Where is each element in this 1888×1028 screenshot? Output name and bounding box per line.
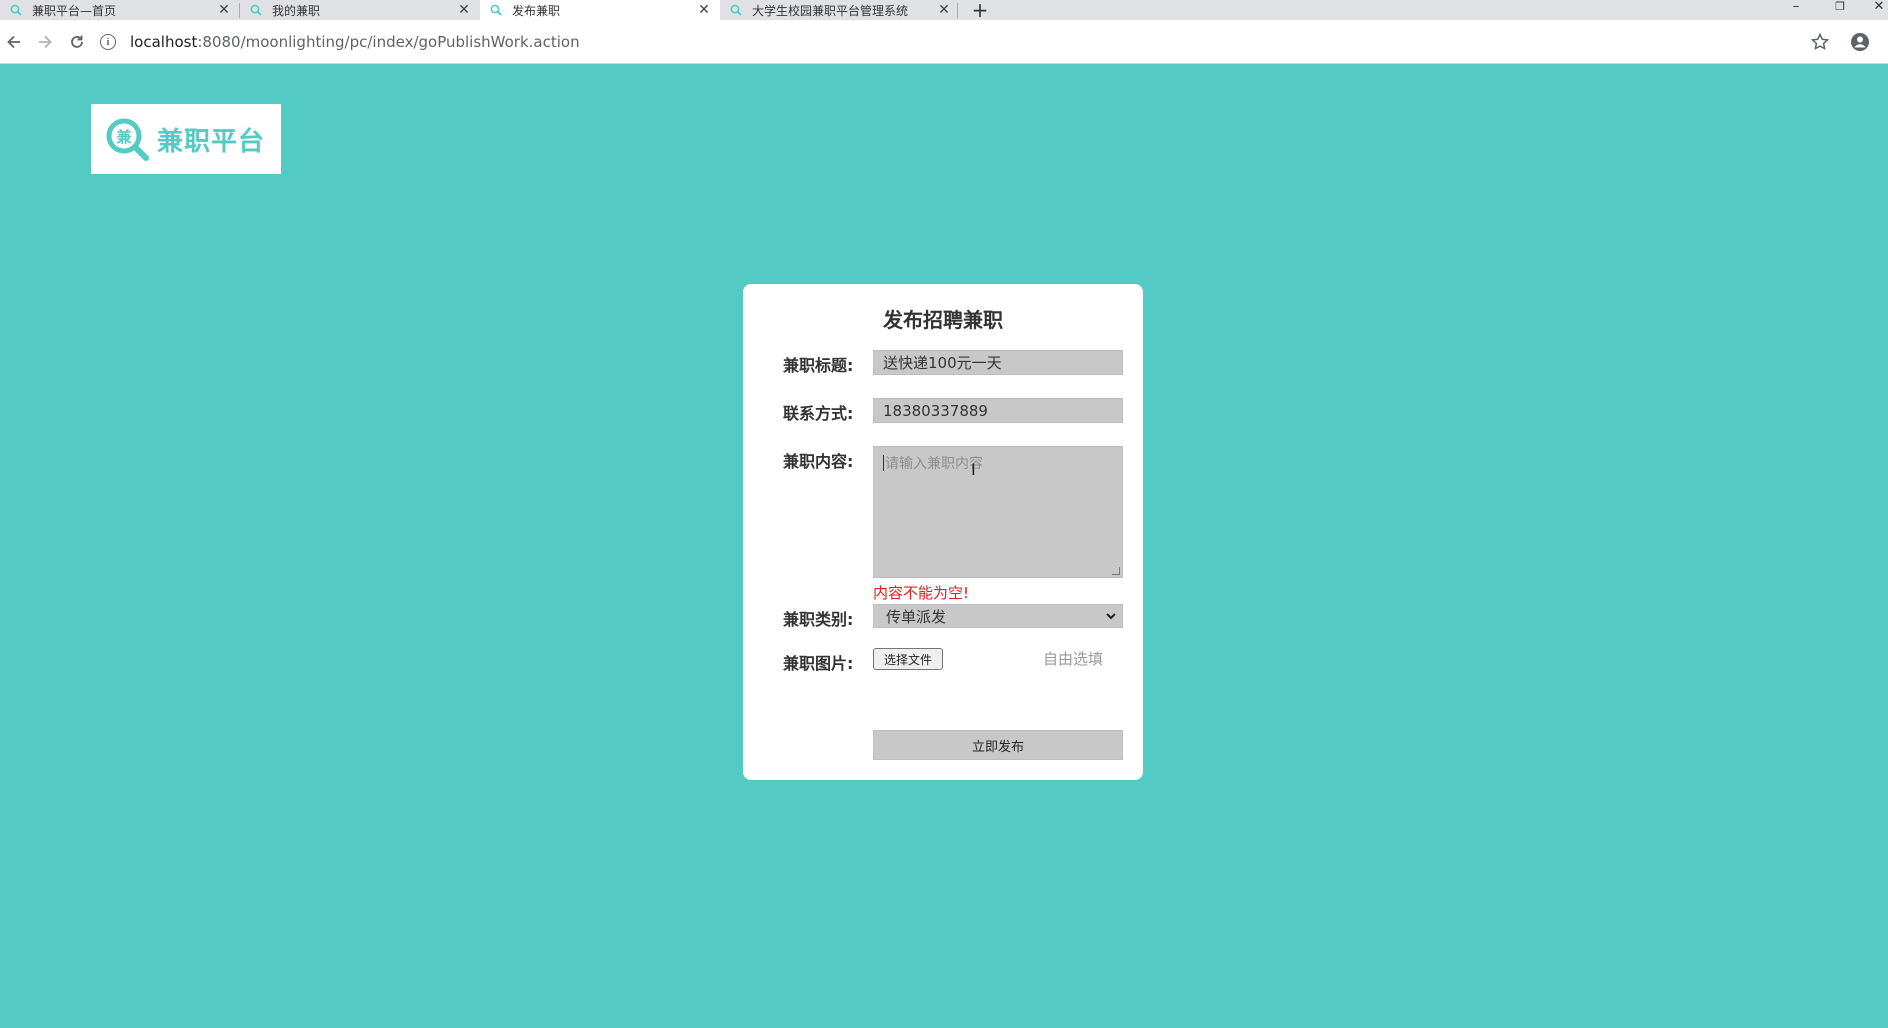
tab-title: 大学生校园兼职平台管理系统 [752, 3, 909, 18]
tab-close-icon[interactable]: ✕ [934, 2, 954, 18]
forward-arrow-icon [39, 35, 52, 49]
close-window-icon[interactable]: ✕ [1870, 0, 1888, 16]
job-title-input[interactable]: 送快递100元一天 [873, 350, 1123, 375]
logo-text: 兼职平台 [157, 126, 266, 157]
tab-close-icon[interactable]: ✕ [214, 2, 234, 18]
category-label: 兼职类别: [783, 610, 854, 629]
category-select[interactable]: 传单派发 [873, 604, 1123, 628]
browser-toolbar: i localhost:8080/moonlighting/pc/index/g… [0, 20, 1888, 64]
image-label: 兼职图片: [783, 654, 854, 673]
profile-avatar-icon[interactable] [1850, 32, 1870, 52]
site-favicon-icon [490, 4, 502, 16]
image-optional-hint: 自由选填 [1043, 650, 1104, 668]
content-label: 兼职内容: [783, 452, 854, 471]
reload-button[interactable] [63, 28, 91, 56]
back-button[interactable] [0, 28, 28, 56]
content-placeholder: 请输入兼职内容 [885, 456, 983, 472]
restore-window-icon[interactable]: ❐ [1828, 0, 1852, 16]
tab-close-icon[interactable]: ✕ [694, 2, 714, 18]
resize-handle[interactable] [1112, 567, 1120, 575]
browser-tab-home[interactable]: 兼职平台—首页 ✕ [0, 0, 240, 20]
tab-divider [957, 3, 958, 18]
site-favicon-icon [10, 4, 22, 16]
tab-close-icon[interactable]: ✕ [454, 2, 474, 18]
url-host: localhost [130, 33, 198, 51]
forward-button[interactable] [31, 28, 59, 56]
url-text: localhost:8080/moonlighting/pc/index/goP… [130, 33, 580, 51]
url-path: :8080/moonlighting/pc/index/goPublishWor… [197, 33, 580, 51]
choose-file-button[interactable]: 选择文件 [873, 648, 943, 670]
content-textarea[interactable]: 请输入兼职内容 [873, 446, 1123, 578]
site-logo[interactable]: 兼 兼职平台 [91, 104, 281, 174]
publish-job-form: 发布招聘兼职 兼职标题: 送快递100元一天 联系方式: 18380337889… [743, 284, 1143, 780]
browser-tab-admin[interactable]: 大学生校园兼职平台管理系统 ✕ [720, 0, 960, 20]
tab-title: 发布兼职 [512, 3, 561, 18]
site-favicon-icon [250, 4, 262, 16]
text-caret [883, 455, 884, 471]
browser-tab-publish[interactable]: 发布兼职 ✕ [480, 0, 720, 20]
text-cursor-icon: I [971, 460, 976, 479]
job-title-label: 兼职标题: [783, 356, 854, 375]
browser-tab-strip: 兼职平台—首页 ✕ 我的兼职 ✕ 发布兼职 ✕ 大学生校园兼职平台管理系统 ✕ … [0, 0, 1888, 20]
reload-icon [71, 35, 83, 48]
site-favicon-icon [730, 4, 742, 16]
logo-mark-char: 兼 [116, 128, 132, 146]
category-selected-value: 传单派发 [886, 607, 947, 626]
contact-label: 联系方式: [783, 404, 854, 423]
browser-tab-my-jobs[interactable]: 我的兼职 ✕ [240, 0, 480, 20]
contact-input[interactable]: 18380337889 [873, 398, 1123, 423]
bookmark-star-icon[interactable] [1810, 32, 1830, 52]
back-arrow-icon [7, 35, 20, 49]
chevron-down-icon [1106, 613, 1116, 620]
site-info-icon[interactable]: i [100, 34, 116, 50]
publish-button[interactable]: 立即发布 [873, 730, 1123, 760]
form-title: 发布招聘兼职 [883, 308, 1003, 332]
address-bar[interactable]: i localhost:8080/moonlighting/pc/index/g… [100, 26, 1840, 58]
new-tab-button[interactable]: + [968, 0, 992, 20]
content-error-message: 内容不能为空! [873, 584, 970, 602]
tab-title: 我的兼职 [272, 3, 321, 18]
tab-title: 兼职平台—首页 [32, 3, 117, 18]
logo-magnifier-icon: 兼 [106, 118, 149, 161]
minimize-window-icon[interactable]: – [1784, 0, 1808, 16]
